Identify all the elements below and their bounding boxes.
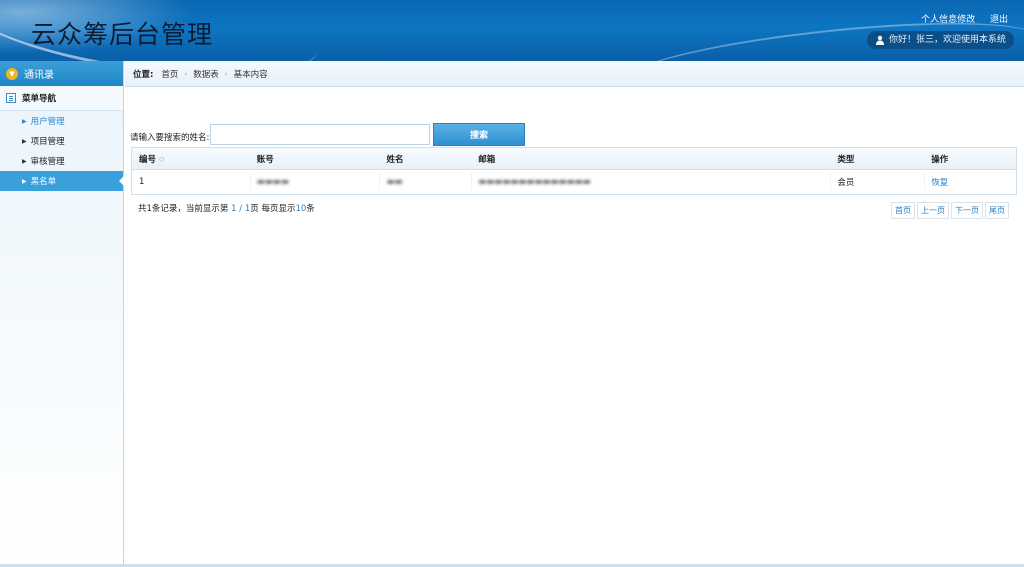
caret-right-icon: ▶ bbox=[22, 177, 27, 185]
redacted-name: ▬▬ bbox=[386, 177, 403, 187]
pagination-suffix: 条 bbox=[306, 204, 315, 214]
cell-email: ▬▬▬▬▬▬▬▬▬▬▬▬▬▬ bbox=[471, 170, 830, 194]
column-header-name: 姓名 bbox=[386, 154, 404, 165]
column-label: 编号 bbox=[139, 154, 157, 165]
pagination-info: 共1条记录，当前显示第 1 / 1页 每页显示10条 bbox=[138, 202, 315, 214]
cell-name: ▬▬ bbox=[379, 170, 471, 194]
app-header: 云众筹后台管理 个人信息修改 退出 你好！张三，欢迎使用本系统 bbox=[0, 0, 1024, 61]
sidebar-item-project-management[interactable]: ▶ 项目管理 bbox=[0, 131, 123, 151]
restore-link[interactable]: 恢复 bbox=[931, 176, 948, 188]
pagination-middle: 页 每页显示 bbox=[250, 204, 296, 214]
sidebar-contacts-label: 通讯录 bbox=[24, 70, 54, 81]
list-icon bbox=[6, 93, 16, 103]
menu-nav-header: 菜单导航 bbox=[0, 86, 123, 111]
logout-link[interactable]: 退出 bbox=[990, 15, 1008, 25]
cell-account: ▬▬▬▬ bbox=[249, 170, 380, 194]
redacted-account: ▬▬▬▬ bbox=[256, 177, 289, 187]
chevron-down-icon: ▼ bbox=[6, 67, 18, 80]
column-header-email: 邮箱 bbox=[478, 154, 496, 165]
next-page-button[interactable]: 下一页 bbox=[951, 202, 983, 219]
cell-action: 恢复 bbox=[924, 170, 1016, 194]
pagination-prefix: 共1条记录，当前显示第 bbox=[138, 204, 232, 214]
pagination-per-page: 10 bbox=[295, 204, 307, 214]
user-icon bbox=[875, 35, 884, 45]
profile-edit-link[interactable]: 个人信息修改 bbox=[921, 15, 975, 25]
sort-icon[interactable]: ◇ bbox=[159, 155, 164, 163]
breadcrumb-label: 位置: bbox=[133, 69, 154, 80]
welcome-badge: 你好！张三，欢迎使用本系统 bbox=[866, 31, 1014, 49]
sidebar-item-blacklist[interactable]: ▶ 黑名单 bbox=[0, 171, 124, 191]
search-input[interactable] bbox=[210, 124, 430, 145]
column-header-id[interactable]: 编号 ◇ bbox=[132, 148, 250, 169]
first-page-button[interactable]: 首页 bbox=[891, 202, 915, 219]
breadcrumb-datatable[interactable]: 数据表 bbox=[193, 68, 219, 80]
sidebar-item-label: 项目管理 bbox=[30, 137, 65, 147]
menu-nav-title: 菜单导航 bbox=[22, 94, 57, 104]
column-header-type: 类型 bbox=[837, 154, 855, 165]
table-row: 1 ▬▬▬▬ ▬▬ ▬▬▬▬▬▬▬▬▬▬▬▬▬▬ 会员 恢复 bbox=[132, 170, 1016, 194]
sidebar: ▼ 通讯录 菜单导航 ▶ 用户管理 ▶ 项目管理 ▶ 审核管理 ▶ 黑名单 bbox=[0, 61, 124, 567]
sidebar-item-label: 审核管理 bbox=[30, 157, 65, 167]
breadcrumb-home[interactable]: 首页 bbox=[161, 68, 178, 80]
sidebar-item-label: 黑名单 bbox=[30, 177, 57, 187]
table-header: 编号 ◇ 账号 姓名 邮箱 类型 操作 bbox=[132, 148, 1016, 170]
column-header-action: 操作 bbox=[931, 154, 949, 165]
chevron-right-icon: › bbox=[184, 69, 188, 78]
breadcrumb-basic-content: 基本内容 bbox=[233, 69, 268, 80]
sidebar-item-label: 用户管理 bbox=[30, 117, 65, 127]
column-header-account: 账号 bbox=[256, 154, 274, 165]
redacted-email: ▬▬▬▬▬▬▬▬▬▬▬▬▬▬ bbox=[478, 177, 591, 187]
caret-right-icon: ▶ bbox=[22, 137, 27, 145]
sidebar-item-user-management[interactable]: ▶ 用户管理 bbox=[0, 111, 123, 131]
chevron-right-icon: › bbox=[224, 69, 228, 78]
last-page-button[interactable]: 尾页 bbox=[985, 202, 1009, 219]
caret-right-icon: ▶ bbox=[22, 117, 27, 125]
pager: 首页 上一页 下一页 尾页 bbox=[889, 202, 1009, 219]
welcome-text: 你好！张三，欢迎使用本系统 bbox=[888, 35, 1006, 45]
caret-right-icon: ▶ bbox=[22, 157, 27, 165]
pagination-slash: / bbox=[236, 204, 245, 214]
search-label: 请输入要搜索的姓名: bbox=[130, 133, 210, 143]
app-title: 云众筹后台管理 bbox=[31, 20, 214, 49]
search-button[interactable]: 搜索 bbox=[433, 123, 525, 146]
cell-type: 会员 bbox=[830, 170, 924, 194]
prev-page-button[interactable]: 上一页 bbox=[917, 202, 949, 219]
cell-id: 1 bbox=[139, 177, 145, 187]
sidebar-contacts-header[interactable]: ▼ 通讯录 bbox=[0, 61, 123, 86]
data-table: 编号 ◇ 账号 姓名 邮箱 类型 操作 1 ▬▬▬▬ ▬▬ ▬▬▬▬▬▬▬▬▬▬… bbox=[131, 147, 1017, 195]
breadcrumb: 位置: 首页 › 数据表 › 基本内容 bbox=[125, 61, 1024, 87]
sidebar-item-review-management[interactable]: ▶ 审核管理 bbox=[0, 151, 123, 171]
top-links: 个人信息修改 退出 bbox=[909, 12, 1008, 25]
